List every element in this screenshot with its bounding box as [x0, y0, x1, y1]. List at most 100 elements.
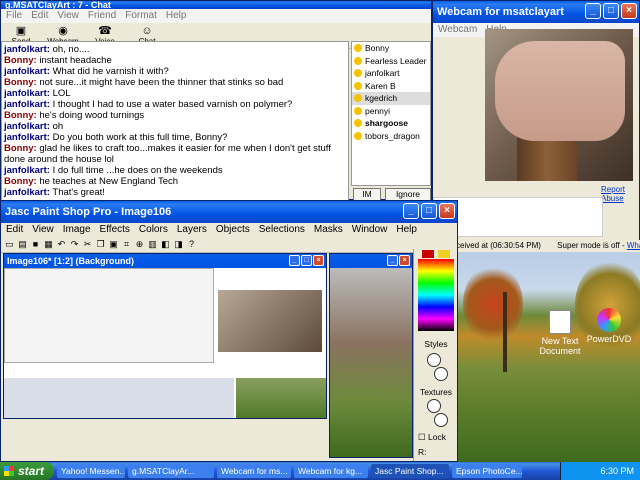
smiley-status-icon [354, 94, 362, 102]
menu-friend[interactable]: Friend [88, 9, 116, 23]
save-icon[interactable]: ■ [30, 239, 41, 250]
r-value-label: R: [418, 447, 427, 457]
layers-icon[interactable]: ◨ [173, 239, 184, 250]
psp-menu-help[interactable]: Help [396, 223, 417, 237]
lock-checkbox[interactable]: ☐ Lock [414, 432, 458, 443]
room-user-item[interactable]: tobors_dragon [352, 130, 430, 143]
psp-menu-view[interactable]: View [32, 223, 54, 237]
task-webcam-msatclayart[interactable]: Webcam for ms... [217, 464, 291, 478]
new-text-document-desktop-icon[interactable]: New Text Document [534, 310, 586, 356]
room-user-item[interactable]: shargoose [352, 117, 430, 130]
background-color-swatch[interactable] [438, 250, 450, 258]
psp-menu-edit[interactable]: Edit [6, 223, 23, 237]
room-user-item[interactable]: pennyi [352, 105, 430, 118]
message-sender: janfolkart: [4, 44, 50, 55]
psp-menu-colors[interactable]: Colors [139, 223, 168, 237]
close-button[interactable]: × [399, 255, 410, 266]
room-user-list[interactable]: Bonny Fearless Leader janfolkart Karen B kge… [351, 41, 431, 186]
report-abuse-link[interactable]: Report Abuse [601, 185, 639, 203]
styles-label: Styles [424, 339, 448, 349]
print-icon[interactable]: ▦ [43, 239, 54, 250]
palette-icon[interactable]: ◧ [160, 239, 171, 250]
maximize-button[interactable]: □ [603, 3, 619, 19]
menu-view[interactable]: View [57, 9, 79, 23]
psp-menu-selections[interactable]: Selections [259, 223, 305, 237]
image-window-titlebar[interactable]: _ × [330, 254, 412, 268]
start-button[interactable]: start [0, 462, 54, 480]
psp-menu-layers[interactable]: Layers [177, 223, 207, 237]
close-button[interactable]: × [439, 203, 455, 219]
room-user-item[interactable]: Fearless Leader [352, 55, 430, 68]
open-icon[interactable]: ▤ [17, 239, 28, 250]
new-icon[interactable]: ▭ [4, 239, 15, 250]
chat-icon: ☺ [141, 25, 153, 37]
task-epson-photocenter[interactable]: Epson PhotoCe... [452, 464, 522, 478]
message-text: oh [52, 121, 64, 132]
task-yahoo-messenger[interactable]: Yahoo! Messen... [57, 464, 125, 478]
undo-icon[interactable]: ↶ [56, 239, 67, 250]
style-swatch[interactable] [427, 353, 441, 367]
task-webcam-kg[interactable]: Webcam for kg... [294, 464, 368, 478]
secondary-image-canvas[interactable] [330, 268, 412, 457]
whats-this-link[interactable]: What's this? [627, 241, 640, 250]
texture-swatch[interactable] [434, 413, 448, 427]
color-picker-gradient[interactable] [418, 259, 454, 331]
copy-icon[interactable]: ❐ [95, 239, 106, 250]
chat-transcript[interactable]: janfolkart: oh, no.... Bonny: instant hea… [1, 41, 349, 201]
room-user-item[interactable]: Karen B [352, 80, 430, 93]
smiley-status-icon [354, 106, 362, 115]
menu-help[interactable]: Help [166, 9, 187, 23]
close-button[interactable]: × [313, 255, 324, 266]
webcam-titlebar[interactable]: Webcam for msatclayart _ □ × [433, 1, 639, 23]
psp-menu-window[interactable]: Window [352, 223, 388, 237]
message-sender: janfolkart: [4, 66, 50, 77]
minimize-button[interactable]: _ [289, 255, 300, 266]
psp-titlebar[interactable]: Jasc Paint Shop Pro - Image106 _ □ × [1, 201, 457, 223]
menu-file[interactable]: File [6, 9, 22, 23]
help-icon[interactable]: ? [186, 239, 197, 250]
zoom-icon[interactable]: ⊕ [134, 239, 145, 250]
psp-menu-masks[interactable]: Masks [314, 223, 343, 237]
maximize-button[interactable]: □ [301, 255, 312, 266]
im-titlebar[interactable]: g.MSATClayArt : 7 - Chat [1, 1, 431, 9]
task-paint-shop-pro[interactable]: Jasc Paint Shop... [371, 464, 449, 478]
cut-icon[interactable]: ✂ [82, 239, 93, 250]
smiley-status-icon [354, 44, 362, 52]
powerdvd-desktop-icon[interactable]: PowerDVD [583, 308, 635, 344]
clock[interactable]: 6:30 PM [600, 466, 634, 476]
room-user-name: Karen B [365, 80, 396, 91]
webcam-video [485, 29, 633, 181]
image-window-titlebar[interactable]: Image106* [1:2] (Background) _ □ × [4, 254, 326, 268]
message-sender: janfolkart: [4, 165, 50, 176]
room-user-name: tobors_dragon [365, 130, 420, 141]
redo-icon[interactable]: ↷ [69, 239, 80, 250]
style-swatch[interactable] [434, 367, 448, 381]
paste-icon[interactable]: ▣ [108, 239, 119, 250]
menu-edit[interactable]: Edit [31, 9, 48, 23]
minimize-button[interactable]: _ [585, 3, 601, 19]
foreground-color-swatch[interactable] [422, 250, 434, 258]
chat-message: Bonny: he teaches at New England Tech [4, 176, 346, 187]
room-user-item[interactable]: Bonny [352, 42, 430, 55]
chat-message: Bonny: not sure...it might have been the… [4, 77, 346, 88]
minimize-button[interactable]: _ [387, 255, 398, 266]
histogram-icon[interactable]: ▥ [147, 239, 158, 250]
crop-icon[interactable]: ⌗ [121, 239, 132, 250]
close-button[interactable]: × [621, 3, 637, 19]
minimize-button[interactable]: _ [403, 203, 419, 219]
room-user-item[interactable]: janfolkart [352, 67, 430, 80]
texture-swatch[interactable] [427, 399, 441, 413]
menu-format[interactable]: Format [125, 9, 157, 23]
task-msatclayart-chat[interactable]: g.MSATClayAr... [128, 464, 214, 478]
psp-menu-objects[interactable]: Objects [216, 223, 250, 237]
chat-message: janfolkart: That's great! [4, 187, 346, 198]
message-sender: Bonny: [4, 176, 37, 187]
psp-menu-effects[interactable]: Effects [100, 223, 130, 237]
psp-menu-image[interactable]: Image [63, 223, 91, 237]
room-user-item[interactable]: kgedrich [352, 92, 430, 105]
image-canvas[interactable] [4, 268, 326, 418]
maximize-button[interactable]: □ [421, 203, 437, 219]
psp-title: Jasc Paint Shop Pro - Image106 [5, 206, 172, 218]
menu-webcam[interactable]: Webcam [438, 23, 477, 37]
desktop: New Text Document PowerDVD [455, 252, 640, 462]
